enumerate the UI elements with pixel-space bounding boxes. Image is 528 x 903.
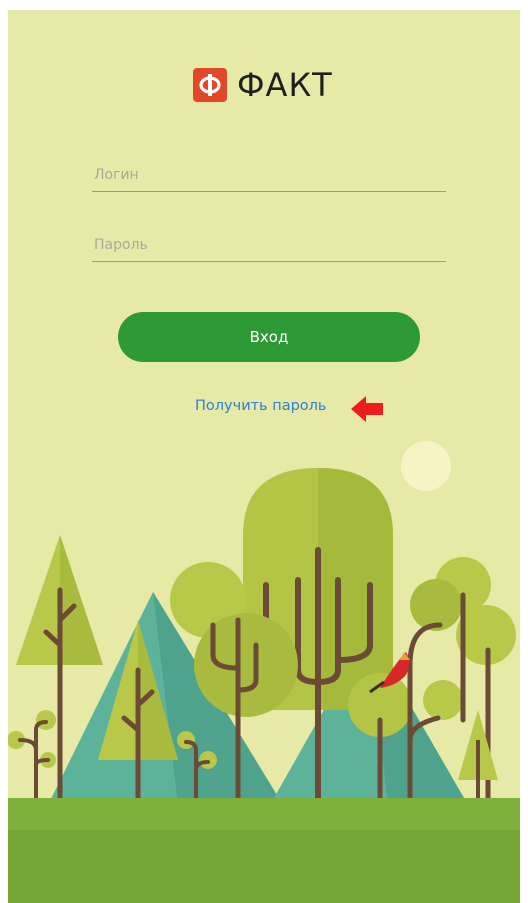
password-input[interactable] [92, 228, 446, 261]
sun [401, 441, 451, 491]
app-logo: ФАКТ [193, 65, 333, 105]
grass-front [8, 798, 520, 830]
fakt-logo-icon [193, 68, 227, 102]
logo-text: ФАКТ [237, 66, 333, 104]
login-field-container [92, 158, 446, 192]
password-field-container [92, 228, 446, 262]
login-input[interactable] [92, 158, 446, 191]
login-screen: ФАКТ Вход Получить пароль [8, 10, 520, 903]
login-button[interactable]: Вход [118, 312, 420, 362]
get-password-link[interactable]: Получить пароль [195, 398, 326, 414]
grass-back [8, 830, 520, 903]
forest-illustration [8, 441, 520, 903]
